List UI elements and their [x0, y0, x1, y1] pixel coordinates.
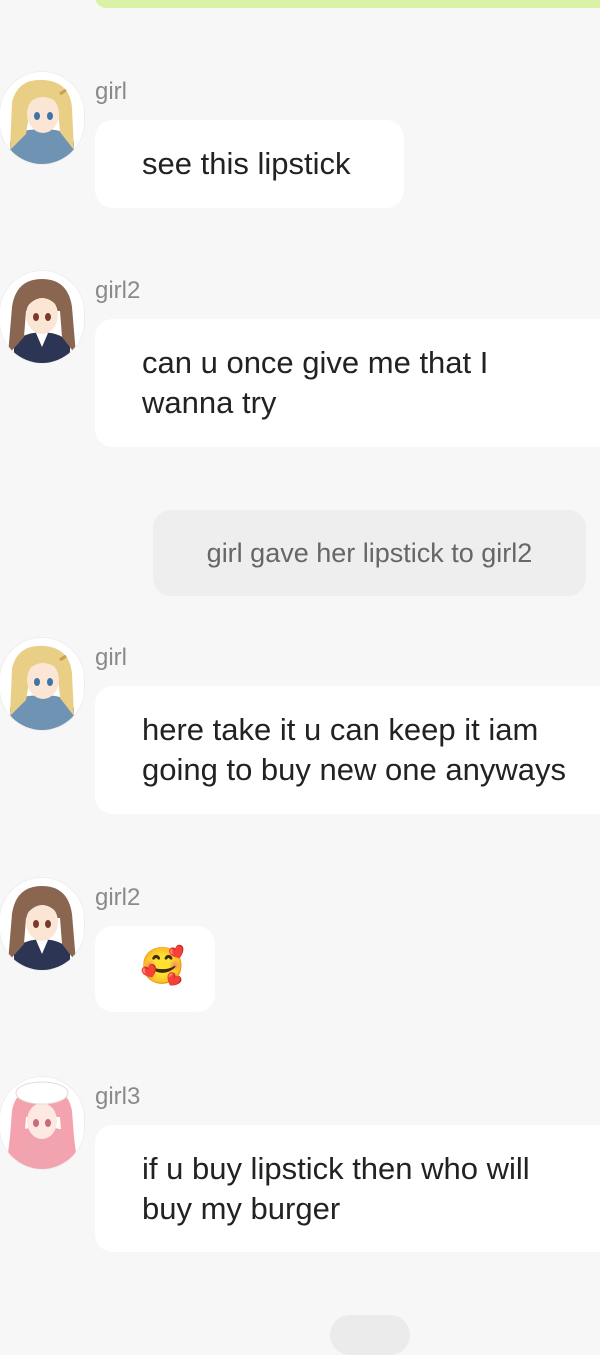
pink-hair-girl-avatar-icon[interactable]: [0, 1077, 84, 1169]
blonde-girl-avatar-icon[interactable]: [0, 72, 84, 164]
message-bubble[interactable]: if u buy lipstick then who will buy my b…: [95, 1125, 600, 1252]
sender-name: girl: [95, 78, 128, 105]
message-bubble[interactable]: see this lipstick: [95, 120, 404, 208]
previous-message-bubble: [95, 0, 600, 8]
emoji-message-bubble[interactable]: 🥰: [95, 926, 215, 1012]
message-bubble[interactable]: can u once give me that I wanna try: [95, 319, 600, 447]
brown-hair-girl-avatar-icon[interactable]: [0, 878, 84, 970]
loading-pill: [330, 1315, 410, 1355]
blonde-girl-avatar-icon[interactable]: [0, 638, 84, 730]
sender-name: girl2: [95, 277, 141, 304]
sender-name: girl3: [95, 1083, 141, 1110]
sender-name: girl2: [95, 884, 141, 911]
sender-name: girl: [95, 644, 128, 671]
narration-bubble: girl gave her lipstick to girl2: [153, 510, 586, 596]
message-bubble[interactable]: here take it u can keep it iam going to …: [95, 686, 600, 814]
brown-hair-girl-avatar-icon[interactable]: [0, 271, 84, 363]
